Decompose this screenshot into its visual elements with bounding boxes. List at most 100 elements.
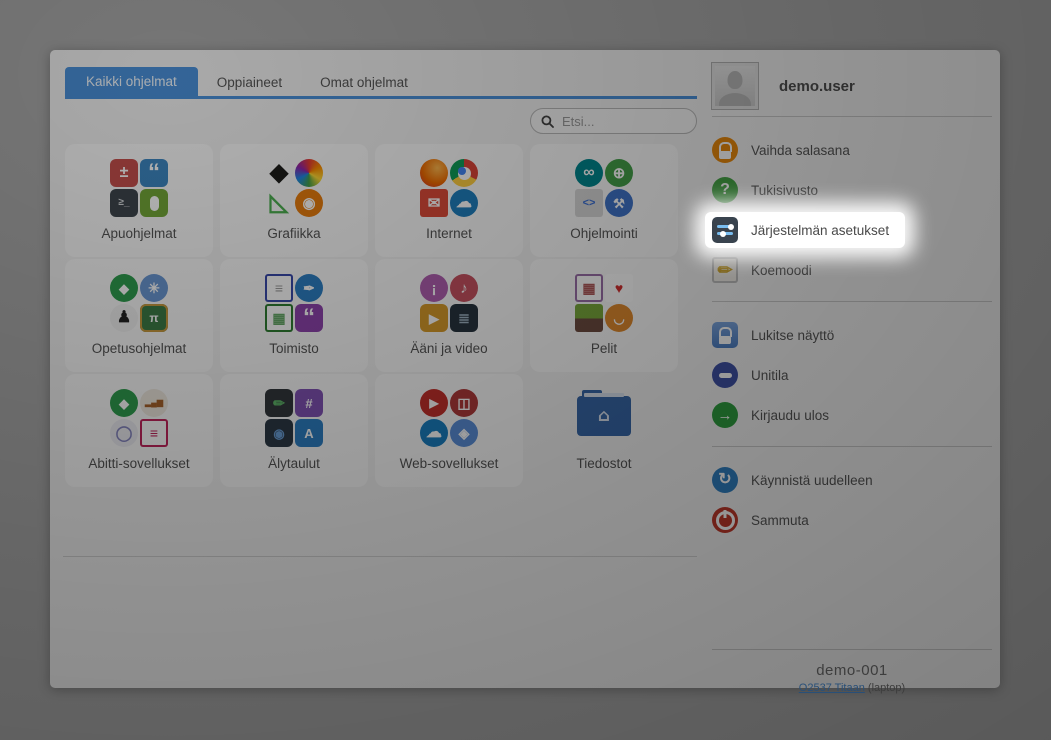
- geogebra-icon: ◯: [110, 419, 138, 447]
- tab-all-programs[interactable]: Kaikki ohjelmat: [65, 67, 198, 97]
- category-tile-tiedostot[interactable]: ⌂ Tiedostot: [530, 374, 678, 487]
- sidebar-item-label: Unitila: [751, 368, 789, 383]
- search-input[interactable]: [560, 113, 679, 130]
- physics-atom-icon: ✳: [140, 274, 168, 302]
- category-tile-opetusohjelmat[interactable]: ◆✳♟π Opetusohjelmat: [65, 259, 213, 372]
- blackboard-icon: ✏: [265, 389, 293, 417]
- hostname: demo-001: [712, 662, 992, 679]
- gamepad-icon: ◡: [605, 304, 633, 332]
- tile-label: Apuohjelmat: [101, 226, 176, 241]
- media-player-icon: ▶: [420, 304, 448, 332]
- user-name: demo.user: [779, 78, 855, 95]
- category-tile-internet[interactable]: ✉☁ Internet: [375, 144, 523, 257]
- abitti-cap-icon: ◆: [110, 389, 138, 417]
- sidebar-item-label: Sammuta: [751, 513, 809, 528]
- tile-label: Älytaulut: [268, 456, 320, 471]
- youtube-icon: ▶: [420, 389, 448, 417]
- category-tile-ohjelmointi[interactable]: ∞⊕<>⚒ Ohjelmointi: [530, 144, 678, 257]
- search-field[interactable]: [530, 108, 697, 134]
- main-column: Kaikki ohjelmat Oppiaineet Omat ohjelmat…: [65, 66, 697, 557]
- microphone-icon: ¡: [420, 274, 448, 302]
- category-tile-web-sovellukset[interactable]: ▶◫☁◈ Web-sovellukset: [375, 374, 523, 487]
- terminal-icon: ≥_: [110, 189, 138, 217]
- education-cap-icon: ◆: [110, 274, 138, 302]
- email-icon: ✉: [420, 189, 448, 217]
- cloud-service-icon: ☁: [420, 419, 448, 447]
- quotes-icon: “: [295, 304, 323, 332]
- tab-own-programs[interactable]: Omat ohjelmat: [301, 69, 427, 97]
- video-editor-icon: ≣: [450, 304, 478, 332]
- sidebar-item-change-password[interactable]: Vaihda salasana: [712, 130, 850, 170]
- category-grid: ±“≥_ Apuohjelmat ◆◺◉ Grafiikka ✉☁ Intern…: [65, 144, 697, 487]
- sidebar-item-lock-screen[interactable]: •••• Lukitse näyttö: [712, 315, 834, 355]
- sidebar-footer: demo-001 O2537 Titaan (laptop): [712, 662, 992, 694]
- desktop-background: Kaikki ohjelmat Oppiaineet Omat ohjelmat…: [0, 0, 1051, 740]
- chalkboard-icon: π: [140, 304, 168, 332]
- user-sidebar: demo.user Vaihda salasana ? Tukisivusto …: [712, 60, 992, 694]
- chrome-icon: [450, 159, 478, 187]
- music-icon: ♪: [450, 274, 478, 302]
- crop-icon: #: [295, 389, 323, 417]
- sidebar-item-shutdown[interactable]: Sammuta: [712, 500, 809, 540]
- color-wheel-icon: [295, 159, 323, 187]
- library-icon: ◫: [450, 389, 478, 417]
- tile-label: Pelit: [591, 341, 617, 356]
- restart-icon: ↻: [712, 467, 738, 493]
- category-tile-pelit[interactable]: ▦♥◡ Pelit: [530, 259, 678, 372]
- build-tool-icon: ⚒: [605, 189, 633, 217]
- android-studio-icon: ⊕: [605, 159, 633, 187]
- lock-screen-icon: ••••: [712, 322, 738, 348]
- sidebar-item-system-settings[interactable]: Järjestelmän asetukset: [705, 212, 905, 248]
- avatar-body: [719, 93, 751, 109]
- text-tool-icon: A: [295, 419, 323, 447]
- password-lock-icon: [712, 137, 738, 163]
- sudoku-icon: ▦: [575, 274, 603, 302]
- sidebar-item-restart[interactable]: ↻ Käynnistä uudelleen: [712, 460, 873, 500]
- ruler-icon: ◺: [265, 189, 293, 217]
- calculator-icon: ±: [110, 159, 138, 187]
- sidebar-item-label: Lukitse näyttö: [751, 328, 834, 343]
- main-divider: [63, 556, 697, 557]
- device-model-link[interactable]: O2537 Titaan: [799, 682, 865, 694]
- tab-underline: [65, 96, 697, 99]
- browser-compass-icon: ◈: [450, 419, 478, 447]
- cloud-icon: ☁: [450, 189, 478, 217]
- sidebar-item-label: Vaihda salasana: [751, 143, 850, 158]
- tab-bar: Kaikki ohjelmat Oppiaineet Omat ohjelmat: [65, 66, 697, 96]
- search-icon: [541, 115, 554, 128]
- category-tile-abitti-sovellukset[interactable]: ◆▂▄▆◯≡ Abitti-sovellukset: [65, 374, 213, 487]
- category-tile-toimisto[interactable]: ≡✒▦“ Toimisto: [220, 259, 368, 372]
- inkscape-icon: ◆: [265, 159, 293, 187]
- sleep-icon: [712, 362, 738, 388]
- category-tile-alytaulut[interactable]: ✏#◉A Älytaulut: [220, 374, 368, 487]
- tile-label: Web-sovellukset: [400, 456, 499, 471]
- cards-icon: ♥: [605, 274, 633, 302]
- category-tile-apuohjelmat[interactable]: ±“≥_ Apuohjelmat: [65, 144, 213, 257]
- category-tile-aani-ja-video[interactable]: ¡♪▶≣ Ääni ja video: [375, 259, 523, 372]
- firefox-icon: [420, 159, 448, 187]
- tile-label: Opetusohjelmat: [92, 341, 187, 356]
- tab-subjects[interactable]: Oppiaineet: [198, 69, 301, 97]
- arduino-icon: ∞: [575, 159, 603, 187]
- logout-icon: →: [712, 402, 738, 428]
- notes-icon: “: [140, 159, 168, 187]
- avatar: [712, 63, 758, 109]
- impress-doc-icon: ≡: [140, 419, 168, 447]
- sidebar-item-label: Tukisivusto: [751, 183, 818, 198]
- sidebar-item-logout[interactable]: → Kirjaudu ulos: [712, 395, 829, 435]
- mouse-icon: [140, 189, 168, 217]
- pen-icon: ✒: [295, 274, 323, 302]
- sidebar-item-label: Käynnistä uudelleen: [751, 473, 873, 488]
- category-tile-grafiikka[interactable]: ◆◺◉ Grafiikka: [220, 144, 368, 257]
- launcher-panel: Kaikki ohjelmat Oppiaineet Omat ohjelmat…: [50, 50, 1000, 688]
- tile-label: Grafiikka: [267, 226, 320, 241]
- blender-icon: ◉: [295, 189, 323, 217]
- sidebar-item-sleep[interactable]: Unitila: [712, 355, 789, 395]
- sidebar-item-support-site[interactable]: ? Tukisivusto: [712, 170, 818, 210]
- tile-label: Ohjelmointi: [570, 226, 638, 241]
- sidebar-item-exam-mode[interactable]: ✏ Koemoodi: [712, 250, 812, 290]
- tile-label: Ääni ja video: [410, 341, 487, 356]
- files-folder-icon: ⌂: [577, 396, 631, 436]
- help-icon: ?: [712, 177, 738, 203]
- calc-doc-icon: ▦: [265, 304, 293, 332]
